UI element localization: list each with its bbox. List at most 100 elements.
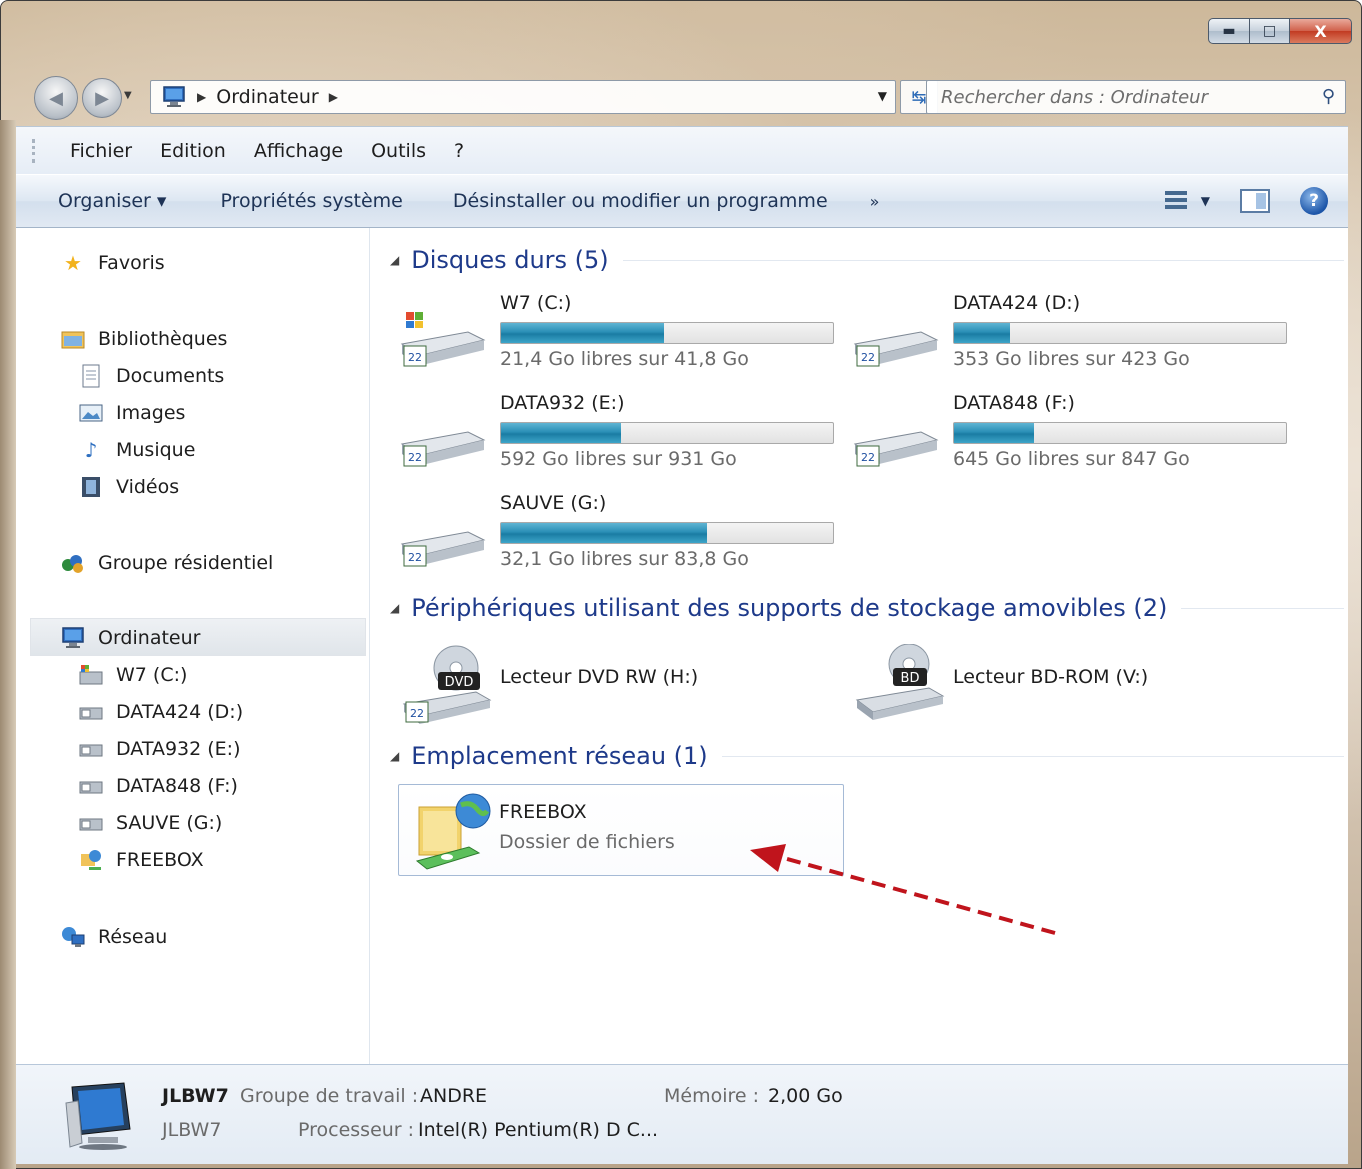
recent-pages-dropdown-icon[interactable]: ▼ (124, 90, 132, 101)
network-folder-icon (415, 793, 491, 870)
sidebar-item-drive-g[interactable]: SAUVE (G:) (78, 806, 222, 840)
system-drive-icon: 22 (400, 312, 486, 367)
processor-label: Processeur : (298, 1119, 415, 1141)
sidebar-item-drive-f[interactable]: DATA848 (F:) (78, 769, 238, 803)
system-properties-button[interactable]: Propriétés système (208, 190, 414, 212)
workgroup-label: Groupe de travail : (240, 1085, 419, 1107)
drive-tile[interactable]: 22 DATA932 (E:) 592 Go libres sur 931 Go (386, 388, 834, 484)
collapse-triangle-icon[interactable]: ◢ (390, 601, 399, 615)
breadcrumb-arrow-icon[interactable]: ▶ (329, 90, 338, 104)
sidebar-item-homegroup[interactable]: Groupe résidentiel (60, 546, 273, 580)
maximize-button[interactable]: □ (1250, 18, 1290, 44)
sidebar-item-freebox[interactable]: FREEBOX (78, 843, 204, 877)
sidebar-item-libraries[interactable]: Bibliothèques (60, 322, 227, 356)
back-button[interactable]: ◀ (34, 76, 78, 120)
drive-badge: 22 (861, 451, 875, 464)
sidebar-item-label: SAUVE (G:) (116, 812, 223, 834)
sidebar-item-drive-c[interactable]: W7 (C:) (78, 658, 187, 692)
collapse-triangle-icon[interactable]: ◢ (390, 253, 399, 267)
command-bar: Organiser ▾ Propriétés système Désinstal… (16, 174, 1348, 228)
menu-edition[interactable]: Edition (148, 136, 238, 166)
window-left-edge (0, 120, 16, 1169)
drive-tile[interactable]: 22 DATA848 (F:) 645 Go libres sur 847 Go (839, 388, 1287, 484)
address-bar[interactable]: ▶ Ordinateur ▶ ▼ (150, 80, 896, 114)
drive-usage-bar (500, 322, 834, 344)
help-icon[interactable]: ? (1300, 187, 1328, 215)
removable-device-bd[interactable]: BD Lecteur BD-ROM (V:) (839, 638, 1279, 728)
drive-free-space: 32,1 Go libres sur 83,8 Go (500, 548, 749, 570)
breadcrumb-computer[interactable]: Ordinateur (216, 86, 318, 108)
caption-buttons: ▬ □ X (1208, 18, 1352, 44)
drive-usage-fill (501, 323, 664, 343)
sidebar-item-favorites[interactable]: ★ Favoris (60, 246, 165, 280)
group-separator (1181, 607, 1344, 609)
back-arrow-icon: ◀ (49, 87, 63, 109)
computer-name: JLBW7 (162, 1085, 229, 1107)
group-header-removable[interactable]: ◢ Périphériques utilisant des supports d… (386, 594, 1348, 622)
device-name: Lecteur DVD RW (H:) (500, 666, 699, 688)
star-icon: ★ (64, 251, 82, 275)
music-note-icon: ♪ (84, 438, 98, 462)
sidebar-item-network[interactable]: Réseau (60, 920, 167, 954)
group-title: Périphériques utilisant des supports de … (411, 594, 1168, 622)
menu-grip (32, 139, 35, 163)
device-name: Lecteur BD-ROM (V:) (953, 666, 1149, 688)
hard-drive-icon (78, 810, 104, 836)
more-commands-button[interactable]: » (858, 192, 892, 211)
sidebar-item-images[interactable]: Images (78, 396, 185, 430)
drive-badge: 22 (408, 351, 422, 364)
search-icon[interactable]: ⚲ (1322, 86, 1335, 107)
minimize-button[interactable]: ▬ (1208, 18, 1250, 44)
computer-icon (60, 625, 86, 651)
preview-pane-icon[interactable] (1240, 189, 1270, 213)
hard-drive-icon: 22 (853, 331, 939, 367)
sidebar-item-label: Vidéos (116, 476, 180, 498)
menu-outils[interactable]: Outils (359, 136, 438, 166)
bd-drive-icon: BD (855, 644, 945, 720)
workgroup-value: ANDRE (420, 1085, 488, 1107)
network-location-type: Dossier de fichiers (499, 831, 675, 853)
group-header-hard-disks[interactable]: ◢ Disques durs (5) (386, 246, 1348, 274)
breadcrumb-arrow-icon[interactable]: ▶ (197, 90, 206, 104)
sidebar-item-drive-e[interactable]: DATA932 (E:) (78, 732, 240, 766)
sidebar-item-label: Ordinateur (98, 627, 201, 649)
view-options-dropdown-icon[interactable]: ▼ (1201, 194, 1210, 208)
refresh-icon: ↹ (911, 86, 927, 108)
sidebar-item-label: FREEBOX (116, 849, 204, 871)
uninstall-program-button[interactable]: Désinstaller ou modifier un programme (441, 190, 840, 212)
organiser-button[interactable]: Organiser ▾ (46, 190, 178, 212)
drive-tile[interactable]: 22 W7 (C:) 21,4 Go libres sur 41,8 Go (386, 288, 834, 384)
forward-button[interactable]: ▶ (82, 78, 122, 118)
sidebar-item-label: Groupe résidentiel (98, 552, 274, 574)
change-view-icon[interactable] (1163, 189, 1189, 213)
processor-value: Intel(R) Pentium(R) D C... (418, 1119, 659, 1141)
hard-drive-icon (78, 736, 104, 762)
sidebar-item-documents[interactable]: Documents (78, 359, 224, 393)
menu-fichier[interactable]: Fichier (58, 136, 144, 166)
computer-large-icon (65, 1082, 131, 1150)
group-separator (622, 259, 1344, 261)
sidebar-item-videos[interactable]: Vidéos (78, 470, 179, 504)
hard-drive-icon: 22 (400, 531, 486, 567)
drive-name: DATA932 (E:) (500, 392, 625, 414)
search-input[interactable]: Rechercher dans : Ordinateur ⚲ (926, 80, 1346, 114)
address-dropdown-icon[interactable]: ▼ (878, 89, 887, 103)
drive-tile[interactable]: 22 DATA424 (D:) 353 Go libres sur 423 Go (839, 288, 1287, 384)
sidebar-item-drive-d[interactable]: DATA424 (D:) (78, 695, 243, 729)
drive-tile[interactable]: 22 SAUVE (G:) 32,1 Go libres sur 83,8 Go (386, 488, 834, 584)
close-button[interactable]: X (1290, 18, 1352, 44)
collapse-triangle-icon[interactable]: ◢ (390, 749, 399, 763)
sidebar-item-computer[interactable]: Ordinateur (60, 621, 200, 655)
sidebar-item-music[interactable]: ♪ Musique (78, 433, 196, 467)
drive-name: DATA424 (D:) (953, 292, 1081, 314)
drive-free-space: 21,4 Go libres sur 41,8 Go (500, 348, 749, 370)
hard-drive-icon (78, 773, 104, 799)
drive-badge: 22 (410, 707, 424, 720)
network-location-freebox[interactable]: FREEBOX Dossier de fichiers (398, 784, 844, 876)
menu-affichage[interactable]: Affichage (242, 136, 355, 166)
computer-subname: JLBW7 (162, 1119, 222, 1141)
group-header-network[interactable]: ◢ Emplacement réseau (1) (386, 742, 1348, 770)
menu-help[interactable]: ? (442, 136, 476, 166)
drive-usage-fill (501, 523, 707, 543)
removable-device-dvd[interactable]: DVD 22 Lecteur DVD RW (H:) (386, 638, 826, 728)
